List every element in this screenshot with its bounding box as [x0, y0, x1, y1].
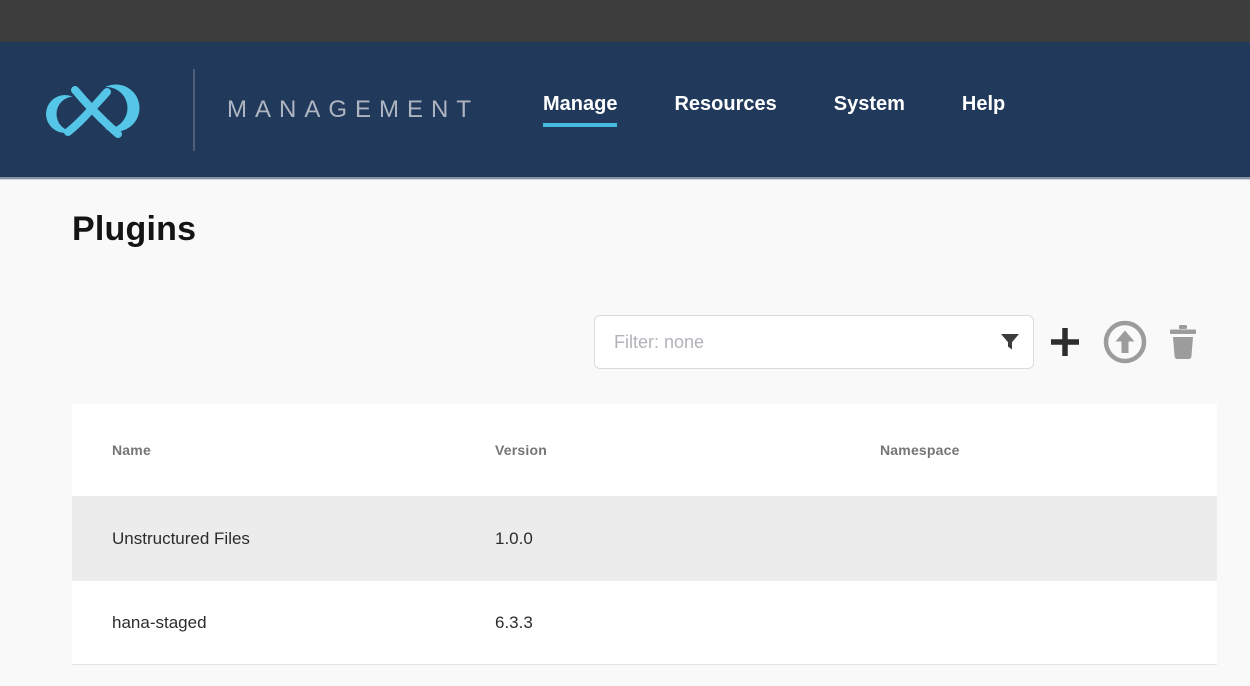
app-header: MANAGEMENT Manage Resources System Help	[0, 42, 1250, 179]
browser-chrome-bar	[0, 0, 1250, 42]
header-divider	[193, 69, 195, 151]
content-area: Plugins	[0, 209, 1250, 665]
cell-version: 1.0.0	[495, 529, 880, 549]
column-header-namespace: Namespace	[880, 442, 1217, 458]
toolbar	[0, 315, 1250, 369]
plugins-table: Name Version Namespace Unstructured File…	[72, 404, 1217, 665]
delete-plugin-button[interactable]	[1166, 324, 1200, 360]
nav-item-system[interactable]: System	[834, 93, 905, 127]
table-row-hana-staged[interactable]: hana-staged 6.3.3	[72, 581, 1217, 665]
nav-item-manage[interactable]: Manage	[543, 93, 617, 127]
column-header-name: Name	[112, 442, 495, 458]
table-header-row: Name Version Namespace	[72, 404, 1217, 496]
circle-up-arrow-icon	[1103, 320, 1147, 364]
main-nav: Manage Resources System Help	[543, 93, 1005, 127]
add-plugin-button[interactable]	[1047, 324, 1083, 360]
trash-icon	[1168, 325, 1198, 359]
plus-icon	[1048, 325, 1082, 359]
brand-title: MANAGEMENT	[227, 96, 479, 124]
nav-item-help[interactable]: Help	[962, 93, 1005, 127]
upload-plugin-button[interactable]	[1103, 320, 1147, 364]
delphix-logo-icon[interactable]	[44, 69, 140, 151]
column-header-version: Version	[495, 442, 880, 458]
table-row-unstructured-files[interactable]: Unstructured Files 1.0.0	[72, 496, 1217, 581]
funnel-icon[interactable]	[1000, 333, 1020, 351]
cell-name: Unstructured Files	[112, 529, 495, 549]
page-title: Plugins	[72, 209, 1250, 249]
cell-name: hana-staged	[112, 613, 495, 633]
filter-field	[594, 315, 1034, 369]
filter-input[interactable]	[594, 315, 1034, 369]
nav-item-resources[interactable]: Resources	[674, 93, 776, 127]
cell-version: 6.3.3	[495, 613, 880, 633]
